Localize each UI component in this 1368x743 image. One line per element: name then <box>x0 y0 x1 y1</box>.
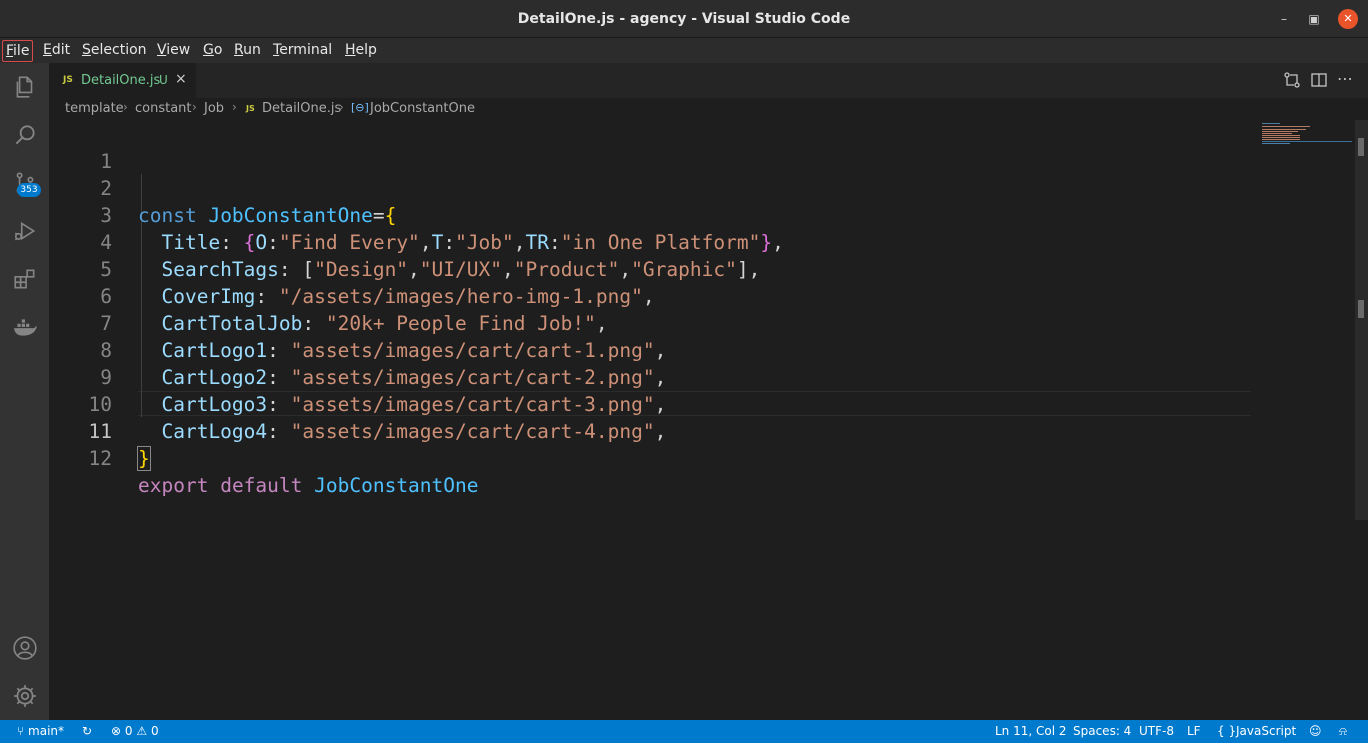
breadcrumb-symbol[interactable]: JobConstantOne <box>370 101 475 116</box>
cursor-position[interactable]: Ln 11, Col 2 <box>995 724 1067 738</box>
split-editor-icon[interactable] <box>1310 71 1328 89</box>
line-number: 12 <box>88 447 112 470</box>
vertical-scrollbar[interactable] <box>1355 120 1368 520</box>
open-changes-icon[interactable] <box>1283 71 1301 89</box>
menu-file[interactable]: File <box>2 40 34 62</box>
breadcrumb-separator: › <box>192 100 197 114</box>
minimap[interactable] <box>1260 121 1352 151</box>
js-file-icon: JS <box>63 75 73 85</box>
menu-view[interactable]: View <box>154 40 193 62</box>
menu-selection[interactable]: Selection <box>79 40 150 62</box>
untracked-indicator: U <box>159 73 168 87</box>
code-line: 12 export default JobConstantOne <box>49 418 1299 497</box>
breadcrumb-constant[interactable]: constant <box>135 101 192 116</box>
scm-badge: 353 <box>17 183 41 197</box>
code-line: 6 CartTotalJob: "20k+ People Find Job!", <box>49 256 1299 335</box>
line-content: export default JobConstantOne <box>138 474 479 497</box>
error-icon: ⊗ <box>111 724 122 738</box>
activity-bar: 353 <box>0 63 49 720</box>
feedback-icon[interactable]: ☺ <box>1309 724 1322 738</box>
language-mode[interactable]: JavaScript <box>1236 724 1296 738</box>
code-line: 10 CartLogo4: "assets/images/cart/cart-4… <box>49 364 1299 443</box>
code-line: 8 CartLogo2: "assets/images/cart/cart-2.… <box>49 310 1299 389</box>
menu-terminal[interactable]: Terminal <box>270 40 335 62</box>
maximize-icon[interactable]: ▣ <box>1304 9 1324 29</box>
js-file-icon: JS <box>246 104 255 113</box>
vscode-window: DetailOne.js - agency - Visual Studio Co… <box>0 0 1368 743</box>
code-line: 3 Title: {O:"Find Every",T:"Job",TR:"in … <box>49 175 1299 254</box>
search-icon[interactable] <box>0 111 49 159</box>
account-icon[interactable] <box>0 624 49 672</box>
tab-bar: JS DetailOne.js U × ⋯ <box>49 63 1368 98</box>
close-window-icon[interactable]: ✕ <box>1338 9 1358 29</box>
code-line: 7 CartLogo1: "assets/images/cart/cart-1.… <box>49 283 1299 362</box>
code-line: 9 CartLogo3: "assets/images/cart/cart-3.… <box>49 337 1299 416</box>
code-line: 5 CoverImg: "/assets/images/hero-img-1.p… <box>49 229 1299 308</box>
extensions-icon[interactable] <box>0 255 49 303</box>
breadcrumb-separator: › <box>339 100 344 114</box>
breadcrumb-file[interactable]: DetailOne.js <box>262 101 341 116</box>
more-actions-icon[interactable]: ⋯ <box>1337 69 1353 88</box>
branch-status[interactable]: ⑂ main* <box>17 724 64 738</box>
run-debug-icon[interactable] <box>0 207 49 255</box>
line-content: } <box>137 445 151 472</box>
scrollbar-marker <box>1358 300 1364 318</box>
end-of-line[interactable]: LF <box>1187 724 1201 738</box>
variable-symbol-icon: [⊖] <box>351 101 369 114</box>
menu-edit[interactable]: Edit <box>40 40 73 62</box>
language-braces-icon: { } <box>1217 724 1237 738</box>
encoding[interactable]: UTF-8 <box>1139 724 1174 738</box>
menu-help[interactable]: Help <box>342 40 380 62</box>
window-title: DetailOne.js - agency - Visual Studio Co… <box>517 11 851 27</box>
menu-run[interactable]: Run <box>231 40 264 62</box>
menu-go[interactable]: Go <box>200 40 225 62</box>
warning-icon: ⚠ <box>136 724 148 738</box>
notifications-bell-icon[interactable]: ⍾ <box>1339 724 1347 739</box>
matched-bracket: } <box>137 446 151 471</box>
breadcrumb-template[interactable]: template <box>65 101 124 116</box>
indentation[interactable]: Spaces: 4 <box>1073 724 1131 738</box>
settings-gear-icon[interactable] <box>0 672 49 720</box>
code-line: 4 SearchTags: ["Design","UI/UX","Product… <box>49 202 1299 281</box>
menu-bar: File Edit Selection View Go Run Terminal… <box>0 38 1368 63</box>
scrollbar-thumb[interactable] <box>1358 138 1364 156</box>
close-tab-icon[interactable]: × <box>175 71 187 87</box>
minimize-icon[interactable]: – <box>1274 9 1294 29</box>
sync-icon[interactable]: ↻ <box>82 724 92 738</box>
code-line: 11 } <box>49 391 1299 471</box>
breadcrumb-separator: › <box>123 100 128 114</box>
explorer-icon[interactable] <box>0 63 49 111</box>
branch-icon: ⑂ <box>17 724 25 738</box>
problems-status[interactable]: ⊗ 0 ⚠ 0 <box>111 724 159 738</box>
breadcrumb-job[interactable]: Job <box>204 101 224 116</box>
docker-icon[interactable] <box>0 303 49 351</box>
code-editor[interactable]: 1 2 const JobConstantOne={ 3 Title: {O:"… <box>49 120 1368 720</box>
title-bar: DetailOne.js - agency - Visual Studio Co… <box>0 0 1368 38</box>
breadcrumb-separator: › <box>232 100 237 114</box>
code-line: 1 <box>49 121 1299 173</box>
tab-label: DetailOne.js <box>81 73 161 88</box>
breadcrumb: template › constant › Job › JS DetailOne… <box>49 98 1368 120</box>
status-bar: ⑂ main* ↻ ⊗ 0 ⚠ 0 Ln 11, Col 2 Spaces: 4… <box>0 720 1368 743</box>
code-line: 2 const JobConstantOne={ <box>49 148 1299 227</box>
tab-detailone-js[interactable]: JS DetailOne.js U × <box>49 63 196 98</box>
